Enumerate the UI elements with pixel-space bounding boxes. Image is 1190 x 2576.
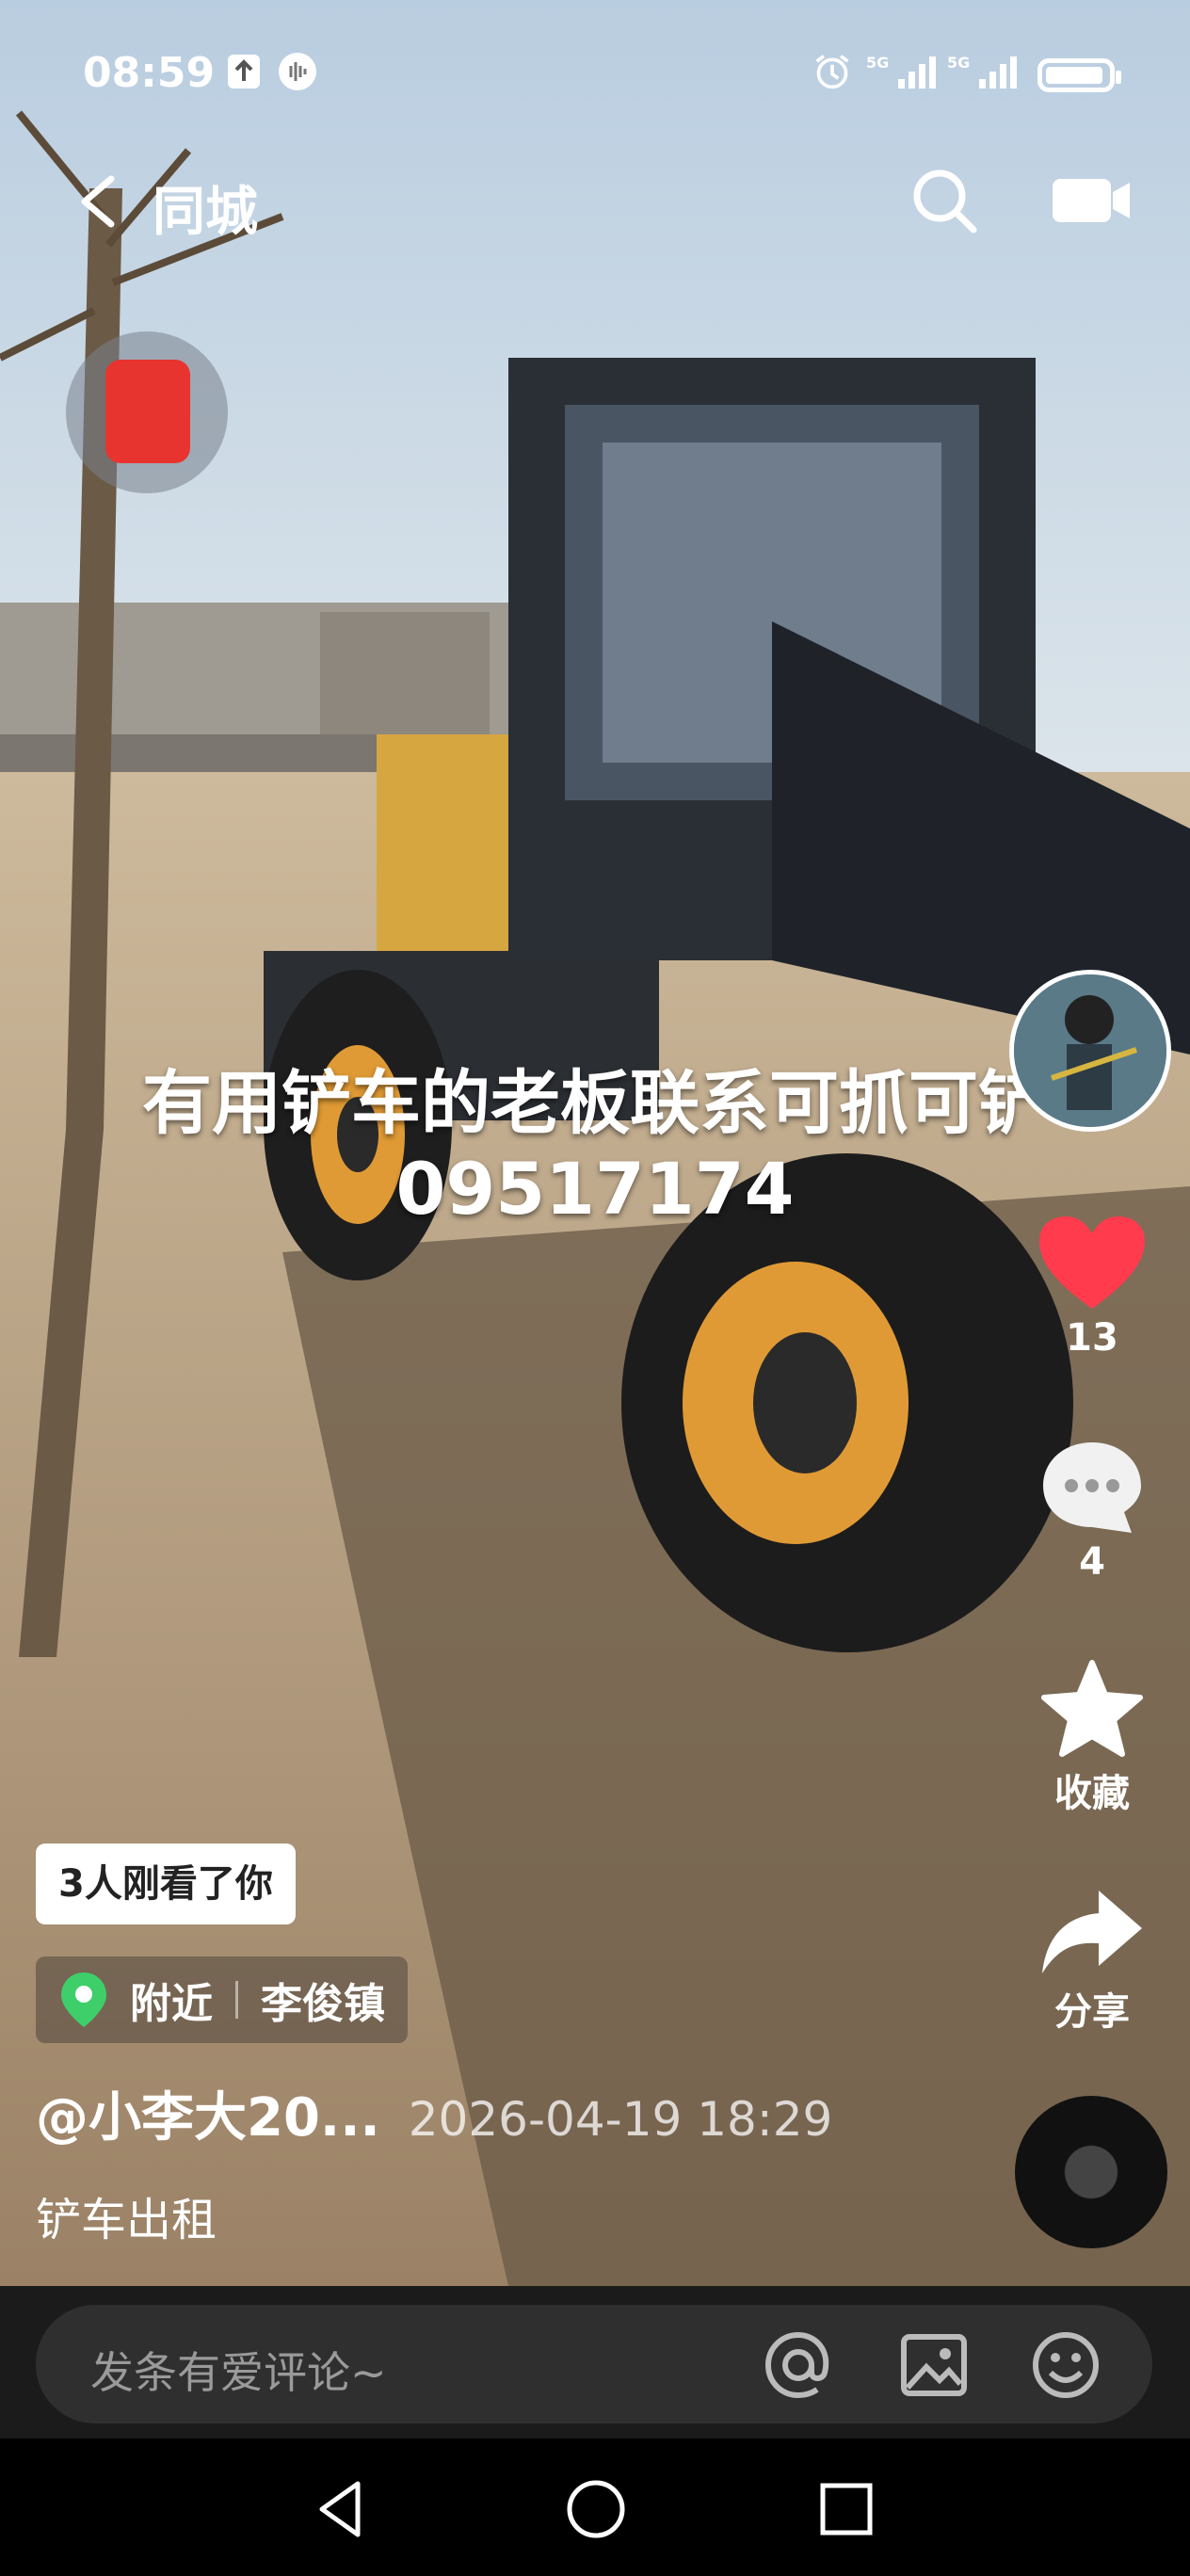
like-count: 13 [1066,1316,1118,1360]
status-bar: 08:59 5G 5G [0,0,1190,160]
comment-placeholder: 发条有爱评论~ [90,2347,387,2398]
share-button[interactable]: 分享 [1026,1887,1158,2036]
post-time: 2026-04-19 18:29 [408,2092,833,2147]
share-label: 分享 [1054,1990,1130,2034]
location-tag[interactable]: 附近 李俊镇 [36,1956,408,2043]
avatar-image [1014,974,1166,1127]
red-envelope-icon [105,360,190,463]
favorite-button[interactable]: 收藏 [1026,1659,1158,1817]
recent-viewers-badge[interactable]: 3人刚看了你 [36,1843,296,1924]
system-nav-bar [0,2439,1190,2576]
search-icon[interactable] [909,166,979,235]
location-pin-icon [61,1972,106,2027]
svg-text:5G: 5G [866,54,889,72]
comment-button[interactable]: 4 [1026,1439,1158,1584]
mention-at-icon[interactable] [763,2329,834,2401]
nav-back-icon[interactable] [309,2476,375,2542]
location-name: 李俊镇 [261,1980,385,2028]
favorite-label: 收藏 [1054,1772,1130,1815]
svg-text:5G: 5G [947,54,970,72]
share-arrow-icon [1042,1891,1142,1973]
signal-5g-icon-2: 5G [947,54,1017,89]
author-line: @小李大20... 2026-04-19 18:29 [36,2075,832,2151]
signal-5g-icon: 5G [866,54,936,89]
nav-home-icon[interactable] [563,2476,629,2542]
music-disc[interactable] [1015,2096,1167,2248]
emoji-icon[interactable] [1030,2329,1102,2401]
author-avatar[interactable] [1009,970,1171,1132]
star-icon [1041,1660,1143,1757]
video-caption-line2: 09517174 [395,1147,795,1231]
camera-icon[interactable] [1051,171,1132,228]
like-button[interactable]: 13 [1026,1215,1158,1360]
video-description: 铲车出租 [36,2194,217,2246]
red-packet-button[interactable] [66,331,228,493]
image-icon[interactable] [898,2329,970,2401]
sound-wave-icon [279,53,316,90]
comment-bar: 发条有爱评论~ [0,2286,1190,2439]
comment-bubble-icon [1043,1442,1141,1533]
back-arrow-icon[interactable] [73,175,122,228]
battery-icon [1037,58,1121,92]
author-name[interactable]: @小李大20... [36,2087,380,2149]
status-time: 08:59 [83,49,216,97]
comment-count: 4 [1079,1540,1105,1584]
upload-icon [228,55,260,89]
nav-recents-icon[interactable] [813,2476,879,2542]
heart-icon [1039,1216,1145,1309]
comment-input[interactable]: 发条有爱评论~ [36,2305,1152,2423]
alarm-icon [815,55,849,89]
page-title: 同城 [153,182,258,243]
location-divider [235,1981,238,2019]
location-nearby-label: 附近 [130,1980,213,2028]
